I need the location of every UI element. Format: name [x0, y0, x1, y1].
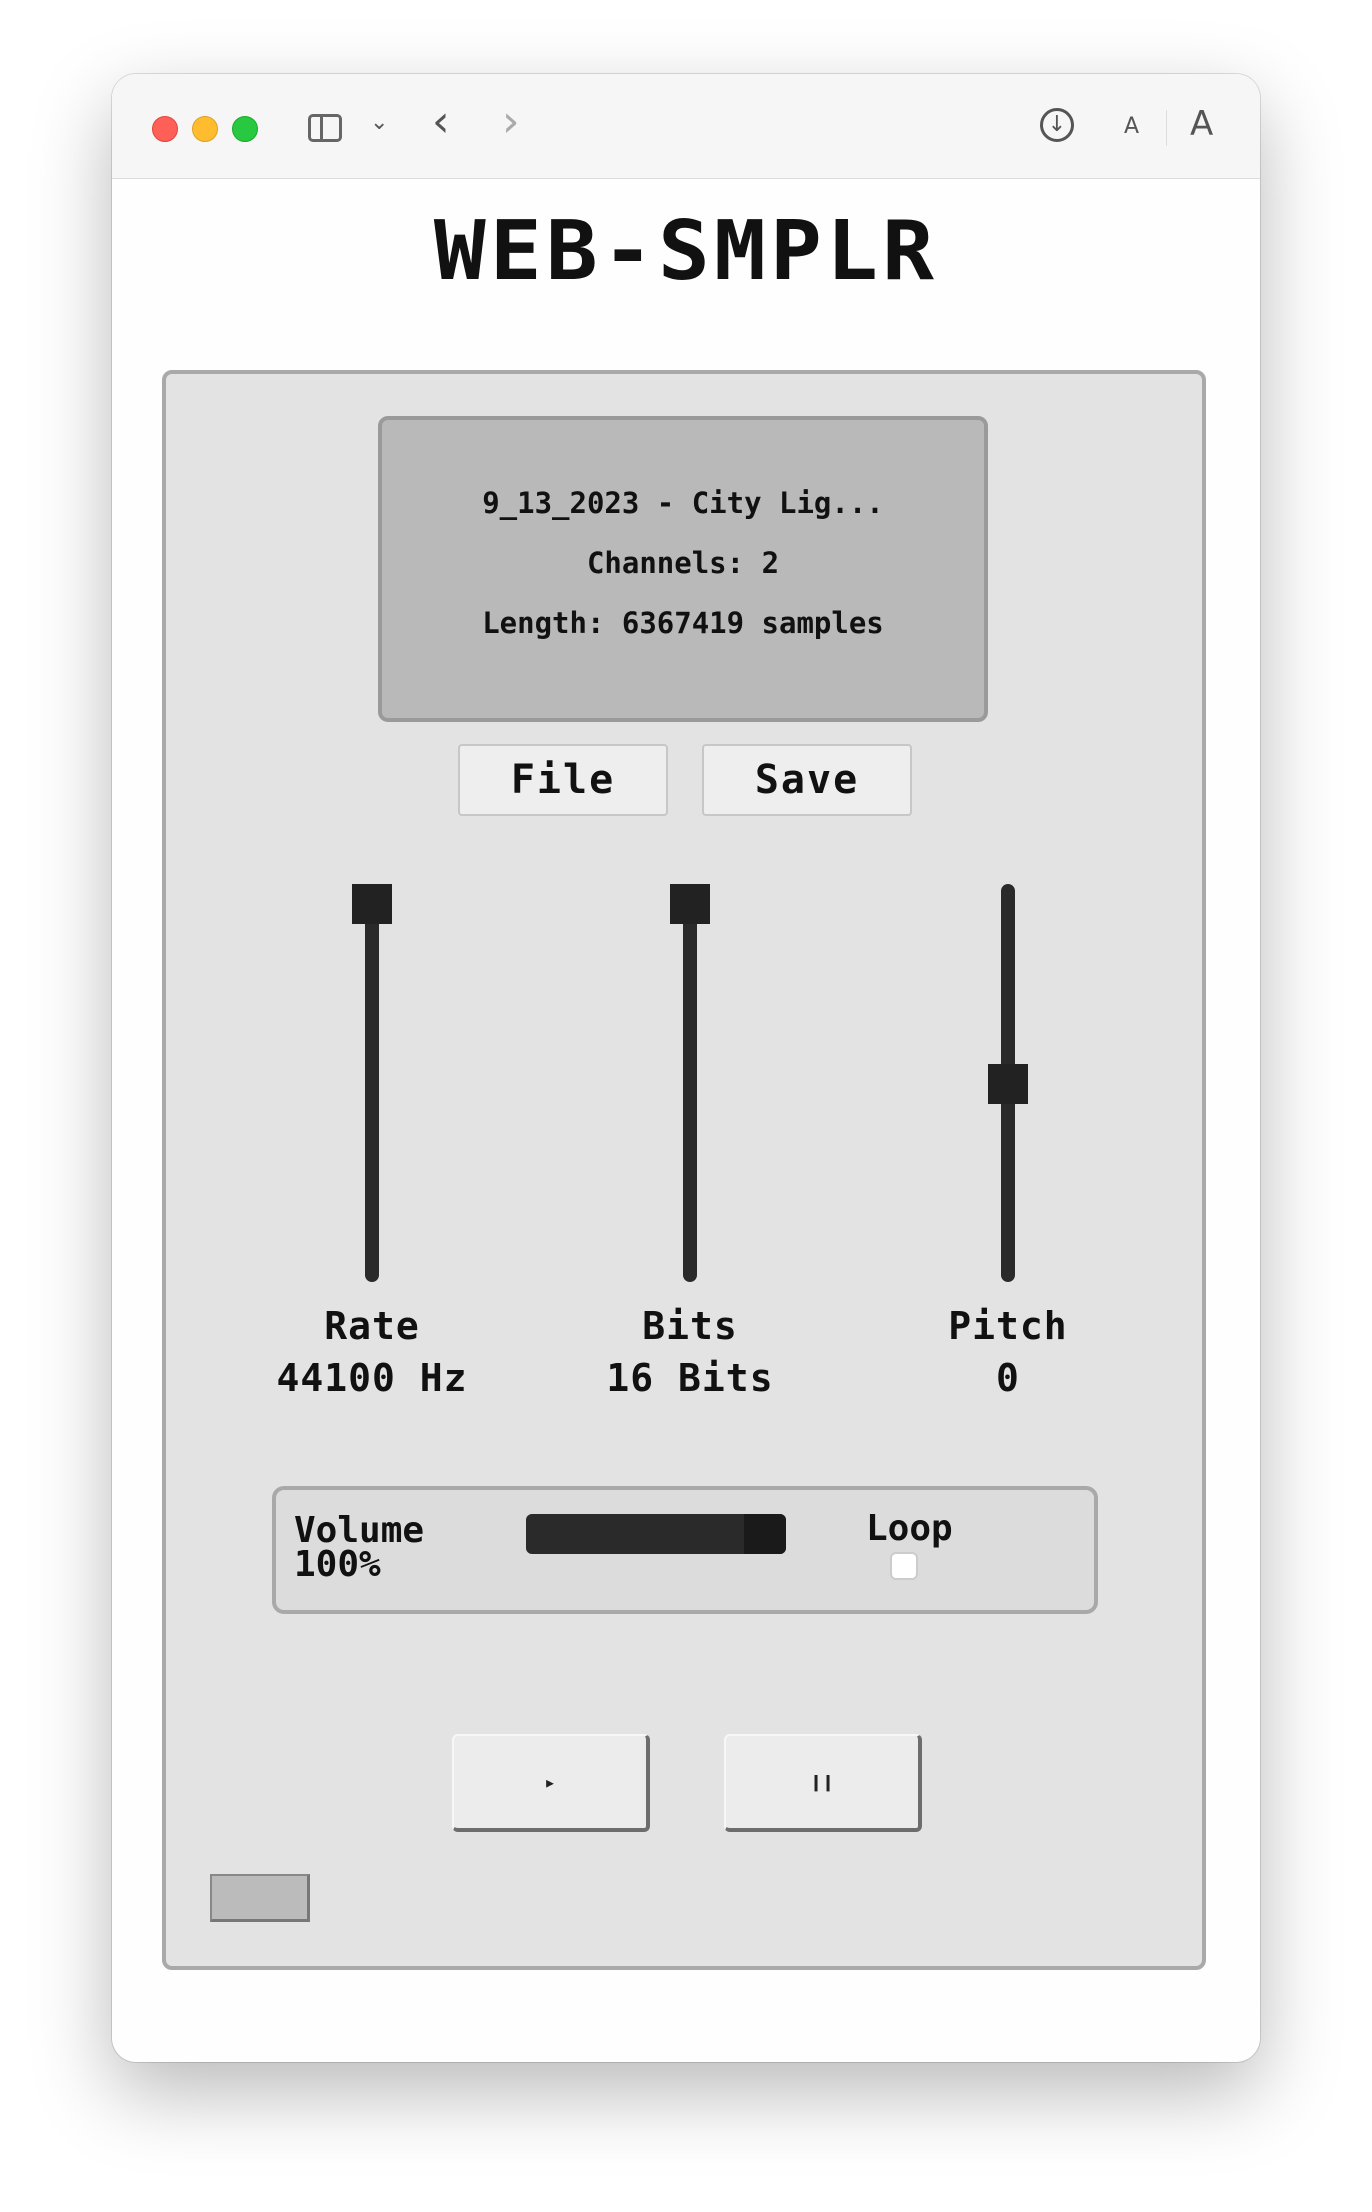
small-button[interactable]	[210, 1874, 310, 1922]
browser-window: ⌄ ‹ › ↓ A A WEB-SMPLR 9_13_2023 - City L…	[112, 74, 1260, 2062]
pitch-label: Pitch	[948, 1304, 1068, 1348]
pause-icon: ❙❙	[809, 1770, 835, 1794]
bits-label: Bits	[642, 1304, 738, 1348]
bits-value: 16 Bits	[606, 1356, 774, 1400]
page-title: WEB-SMPLR	[433, 204, 939, 299]
volume-label-text: Volume	[294, 1510, 425, 1551]
sidebar-icon[interactable]	[308, 114, 342, 142]
save-button[interactable]: Save	[702, 744, 912, 816]
play-icon: ▸	[543, 1770, 557, 1794]
pause-button[interactable]: ❙❙	[724, 1734, 922, 1832]
bits-slider-track[interactable]	[683, 884, 697, 1282]
minimize-window-button[interactable]	[192, 116, 218, 142]
chevron-down-icon[interactable]: ⌄	[370, 110, 388, 135]
filename-text: 9_13_2023 - City Lig...	[482, 486, 884, 520]
play-button[interactable]: ▸	[452, 1734, 650, 1832]
length-text: Length: 6367419 samples	[482, 606, 884, 640]
sample-info-display: 9_13_2023 - City Lig... Channels: 2 Leng…	[378, 416, 988, 722]
volume-label: Volume 100%	[294, 1510, 425, 1585]
bits-slider-thumb[interactable]	[670, 884, 710, 924]
rate-slider[interactable]	[350, 884, 394, 1284]
pitch-slider[interactable]	[986, 884, 1030, 1284]
pitch-slider-thumb[interactable]	[988, 1064, 1028, 1104]
pitch-value: 0	[996, 1356, 1020, 1400]
zoom-window-button[interactable]	[232, 116, 258, 142]
titlebar: ⌄ ‹ › ↓ A A	[112, 74, 1260, 179]
volume-value: 100%	[294, 1544, 381, 1585]
volume-loop-box: Volume 100% Loop	[272, 1486, 1098, 1614]
volume-slider[interactable]	[526, 1514, 786, 1554]
loop-checkbox[interactable]	[890, 1552, 918, 1580]
volume-slider-thumb[interactable]	[744, 1514, 786, 1554]
back-icon[interactable]: ‹	[432, 96, 450, 147]
file-button[interactable]: File	[458, 744, 668, 816]
bits-slider[interactable]	[668, 884, 712, 1284]
forward-icon[interactable]: ›	[502, 96, 520, 147]
rate-slider-thumb[interactable]	[352, 884, 392, 924]
font-smaller-icon[interactable]: A	[1124, 114, 1139, 139]
channels-text: Channels: 2	[586, 546, 780, 580]
toolbar-divider	[1166, 110, 1167, 146]
loop-label: Loop	[866, 1508, 953, 1549]
font-larger-icon[interactable]: A	[1190, 104, 1213, 144]
download-icon[interactable]: ↓	[1040, 108, 1074, 142]
close-window-button[interactable]	[152, 116, 178, 142]
rate-value: 44100 Hz	[276, 1356, 468, 1400]
rate-label: Rate	[324, 1304, 420, 1348]
rate-slider-track[interactable]	[365, 884, 379, 1282]
sampler-panel: 9_13_2023 - City Lig... Channels: 2 Leng…	[162, 370, 1206, 1970]
